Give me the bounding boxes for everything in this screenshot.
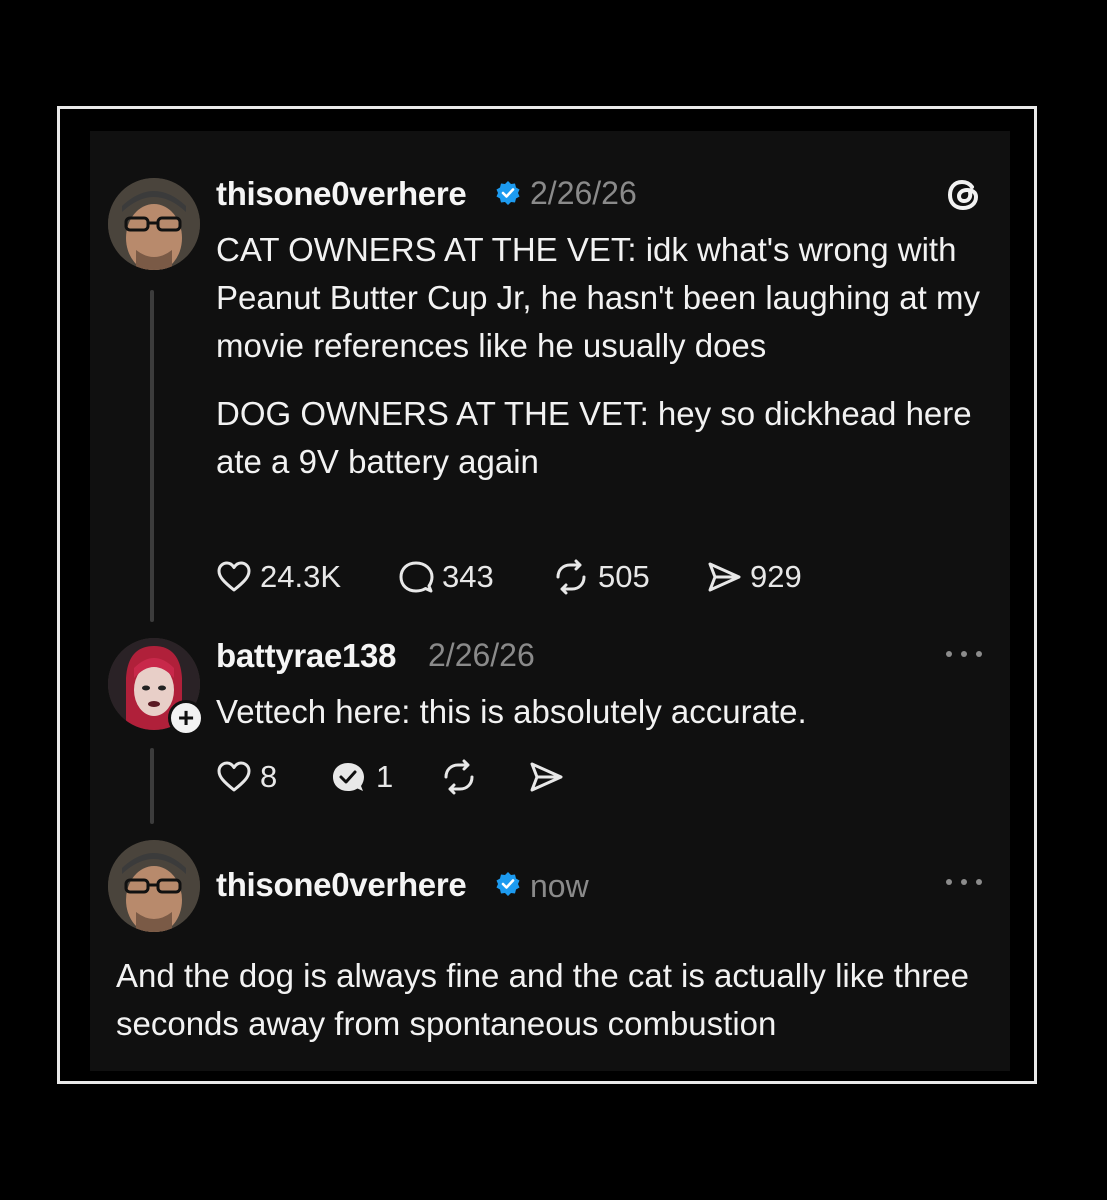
threads-logo-icon[interactable] — [944, 175, 984, 215]
post-paragraph-cat: CAT OWNERS AT THE VET: idk what's wrong … — [216, 231, 980, 364]
comment-bubble-check-icon — [333, 763, 364, 791]
reply-share-button[interactable] — [528, 757, 564, 797]
latest-username[interactable]: thisone0verhere — [216, 866, 467, 904]
share-button[interactable]: 929 — [706, 557, 802, 597]
thread-connector-line — [150, 290, 154, 622]
post-paragraph-dog: DOG OWNERS AT THE VET: hey so dickhead h… — [216, 395, 972, 480]
reply-like-count: 8 — [260, 759, 278, 794]
man-with-glasses-avatar-image — [108, 840, 200, 932]
follow-plus-icon[interactable]: + — [168, 700, 204, 736]
replier-username[interactable]: battyrae138 — [216, 637, 396, 675]
reply-repost-button[interactable] — [440, 757, 478, 797]
reply-reply-count: 1 — [376, 759, 394, 794]
reply-like-button[interactable]: 8 — [216, 757, 277, 797]
like-count: 24.3K — [260, 559, 342, 594]
repost-icon — [444, 759, 474, 795]
post-body: CAT OWNERS AT THE VET: idk what's wrong … — [216, 226, 986, 486]
post-date: 2/26/26 — [530, 175, 637, 211]
send-icon — [530, 762, 563, 792]
reply-reply-button[interactable]: 1 — [330, 757, 393, 797]
reply-date: 2/26/26 — [428, 637, 535, 673]
author-avatar[interactable] — [108, 178, 200, 270]
latest-time: now — [530, 868, 589, 904]
thread-connector-line-2 — [150, 748, 154, 824]
heart-icon — [217, 761, 251, 792]
repost-count: 505 — [598, 559, 650, 594]
send-icon — [708, 562, 741, 592]
reply-button[interactable]: 343 — [398, 557, 494, 597]
repost-icon — [556, 559, 586, 595]
man-with-glasses-avatar-image — [108, 178, 200, 270]
repost-button[interactable]: 505 — [552, 557, 650, 597]
reply-body: Vettech here: this is absolutely accurat… — [216, 693, 807, 730]
verified-badge-icon — [496, 872, 520, 896]
heart-icon — [217, 561, 251, 592]
more-dots-icon[interactable] — [946, 876, 982, 888]
share-count: 929 — [750, 559, 802, 594]
verified-badge-icon — [496, 181, 520, 205]
author-username[interactable]: thisone0verhere — [216, 175, 467, 213]
more-dots-icon[interactable] — [946, 648, 982, 660]
like-button[interactable]: 24.3K — [216, 557, 341, 597]
author-avatar-2[interactable] — [108, 840, 200, 932]
latest-body: And the dog is always fine and the cat i… — [116, 957, 969, 1042]
comment-bubble-icon — [399, 561, 434, 593]
reply-count: 343 — [442, 559, 494, 594]
